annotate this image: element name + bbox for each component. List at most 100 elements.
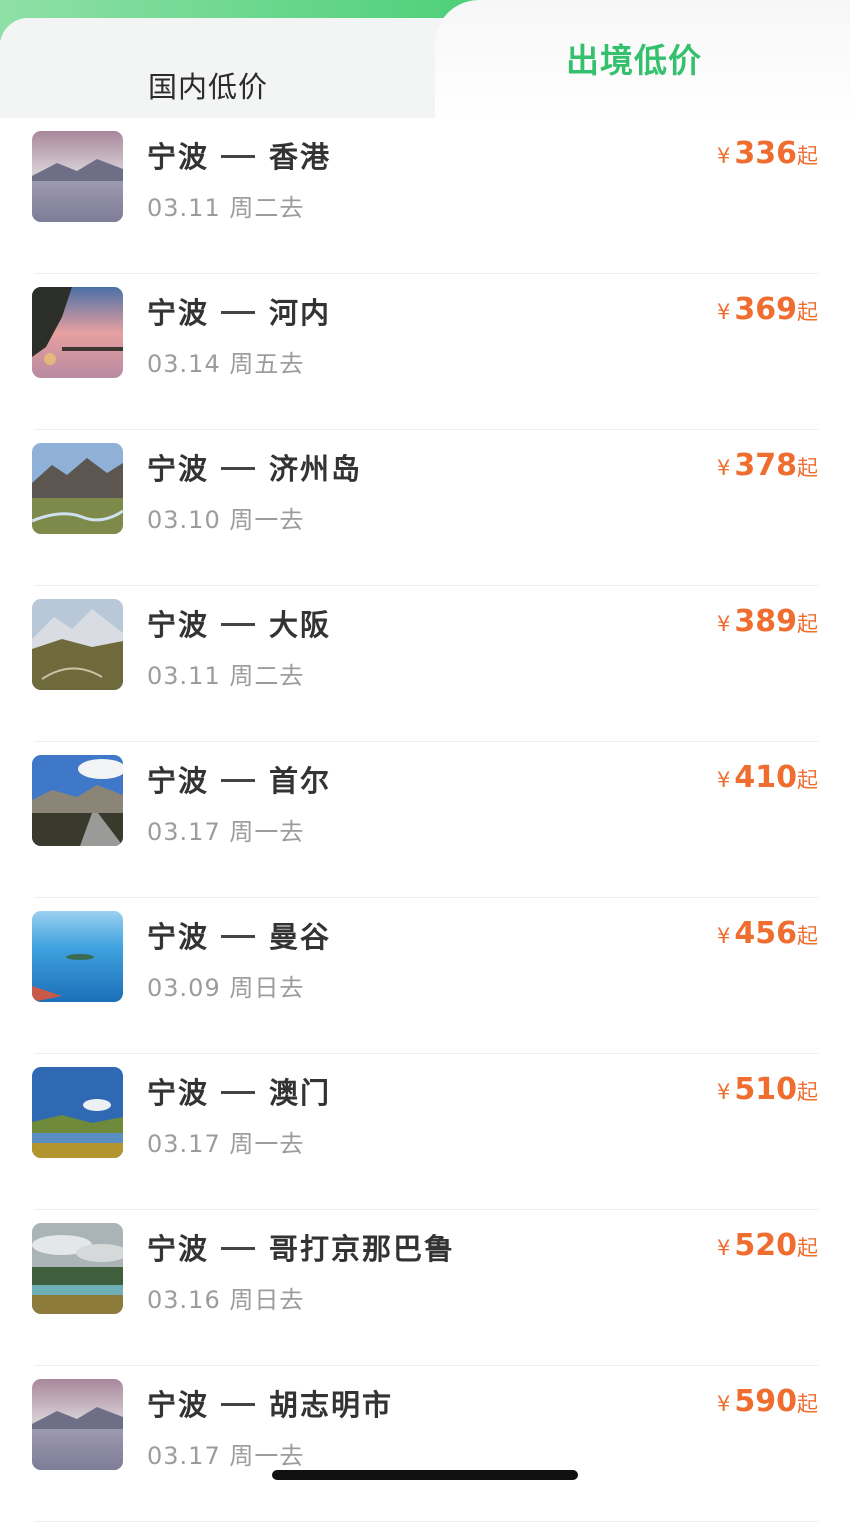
destination-thumbnail xyxy=(32,443,123,534)
destination-city: 香港 xyxy=(269,140,332,174)
destination-city: 大阪 xyxy=(269,608,332,642)
route-title: 宁波 大阪 xyxy=(147,602,331,644)
destination-thumbnail xyxy=(32,599,123,690)
route-separator xyxy=(221,622,256,626)
route-separator xyxy=(221,310,256,314)
route-title: 宁波 澳门 xyxy=(147,1070,331,1112)
origin-city: 宁波 xyxy=(147,1076,210,1110)
currency-symbol: ¥ xyxy=(717,612,731,636)
price-amount: 410 xyxy=(734,760,797,795)
departure-date: 03.09 周日去 xyxy=(147,974,305,1002)
departure-date: 03.17 周一去 xyxy=(147,1442,305,1470)
currency-symbol: ¥ xyxy=(717,768,731,792)
flight-list: 宁波 香港 03.11 周二去 ¥336起 宁波 河内 03.14 周五去 ¥369… xyxy=(0,118,850,1522)
price: ¥410起 xyxy=(717,760,818,795)
destination-city: 济州岛 xyxy=(269,452,363,486)
price-amount: 590 xyxy=(734,1384,797,1419)
route-title: 宁波 济州岛 xyxy=(147,446,362,488)
currency-symbol: ¥ xyxy=(717,300,731,324)
tab-bar: 国内低价 出境低价 xyxy=(0,0,850,125)
route-title: 宁波 胡志明市 xyxy=(147,1382,393,1424)
currency-symbol: ¥ xyxy=(717,1080,731,1104)
destination-city: 首尔 xyxy=(269,764,332,798)
price-suffix: 起 xyxy=(797,924,818,948)
price-suffix: 起 xyxy=(797,1236,818,1260)
home-indicator[interactable] xyxy=(272,1470,578,1480)
price-amount: 336 xyxy=(734,136,797,171)
origin-city: 宁波 xyxy=(147,1232,210,1266)
departure-date: 03.17 周一去 xyxy=(147,818,305,846)
currency-symbol: ¥ xyxy=(717,924,731,948)
price-suffix: 起 xyxy=(797,300,818,324)
route-separator xyxy=(221,1246,256,1250)
departure-date: 03.17 周一去 xyxy=(147,1130,305,1158)
price-amount: 378 xyxy=(734,448,797,483)
destination-thumbnail xyxy=(32,287,123,378)
tab-international[interactable]: 出境低价 xyxy=(435,0,850,125)
currency-symbol: ¥ xyxy=(717,1236,731,1260)
destination-thumbnail xyxy=(32,911,123,1002)
destination-city: 澳门 xyxy=(269,1076,332,1110)
departure-date: 03.16 周日去 xyxy=(147,1286,305,1314)
route-title: 宁波 曼谷 xyxy=(147,914,331,956)
origin-city: 宁波 xyxy=(147,608,210,642)
flight-item[interactable]: 宁波 大阪 03.11 周二去 ¥389起 xyxy=(0,586,850,742)
departure-date: 03.11 周二去 xyxy=(147,194,305,222)
route-separator xyxy=(221,1090,256,1094)
route-title: 宁波 哥打京那巴鲁 xyxy=(147,1226,455,1268)
flight-item[interactable]: 宁波 济州岛 03.10 周一去 ¥378起 xyxy=(0,430,850,586)
departure-date: 03.14 周五去 xyxy=(147,350,305,378)
currency-symbol: ¥ xyxy=(717,1392,731,1416)
price: ¥456起 xyxy=(717,916,818,951)
price: ¥369起 xyxy=(717,292,818,327)
price-suffix: 起 xyxy=(797,1392,818,1416)
price-amount: 520 xyxy=(734,1228,797,1263)
price-amount: 389 xyxy=(734,604,797,639)
price: ¥590起 xyxy=(717,1384,818,1419)
currency-symbol: ¥ xyxy=(717,144,731,168)
price: ¥378起 xyxy=(717,448,818,483)
price-amount: 510 xyxy=(734,1072,797,1107)
destination-thumbnail xyxy=(32,755,123,846)
origin-city: 宁波 xyxy=(147,452,210,486)
flight-item[interactable]: 宁波 澳门 03.17 周一去 ¥510起 xyxy=(0,1054,850,1210)
destination-thumbnail xyxy=(32,131,123,222)
departure-date: 03.10 周一去 xyxy=(147,506,305,534)
price-amount: 369 xyxy=(734,292,797,327)
origin-city: 宁波 xyxy=(147,140,210,174)
tab-international-label: 出境低价 xyxy=(566,41,702,80)
route-separator xyxy=(221,934,256,938)
destination-city: 哥打京那巴鲁 xyxy=(269,1232,456,1266)
price: ¥520起 xyxy=(717,1228,818,1263)
price: ¥336起 xyxy=(717,136,818,171)
flight-item[interactable]: 宁波 河内 03.14 周五去 ¥369起 xyxy=(0,274,850,430)
destination-thumbnail xyxy=(32,1223,123,1314)
flight-item[interactable]: 宁波 香港 03.11 周二去 ¥336起 xyxy=(0,118,850,274)
price-suffix: 起 xyxy=(797,612,818,636)
route-title: 宁波 首尔 xyxy=(147,758,331,800)
flight-item[interactable]: 宁波 胡志明市 03.17 周一去 ¥590起 xyxy=(0,1366,850,1522)
price-suffix: 起 xyxy=(797,1080,818,1104)
tab-domestic-label: 国内低价 xyxy=(148,70,269,104)
route-separator xyxy=(221,154,256,158)
price-suffix: 起 xyxy=(797,768,818,792)
price-suffix: 起 xyxy=(797,456,818,480)
flight-item[interactable]: 宁波 首尔 03.17 周一去 ¥410起 xyxy=(0,742,850,898)
destination-city: 河内 xyxy=(269,296,332,330)
origin-city: 宁波 xyxy=(147,764,210,798)
tab-domestic[interactable]: 国内低价 xyxy=(0,18,470,118)
route-separator xyxy=(221,1402,256,1406)
currency-symbol: ¥ xyxy=(717,456,731,480)
route-title: 宁波 香港 xyxy=(147,134,331,176)
price-suffix: 起 xyxy=(797,144,818,168)
origin-city: 宁波 xyxy=(147,296,210,330)
flight-item[interactable]: 宁波 曼谷 03.09 周日去 ¥456起 xyxy=(0,898,850,1054)
destination-thumbnail xyxy=(32,1067,123,1158)
flight-item[interactable]: 宁波 哥打京那巴鲁 03.16 周日去 ¥520起 xyxy=(0,1210,850,1366)
origin-city: 宁波 xyxy=(147,920,210,954)
price: ¥389起 xyxy=(717,604,818,639)
route-separator xyxy=(221,466,256,470)
price: ¥510起 xyxy=(717,1072,818,1107)
destination-city: 胡志明市 xyxy=(269,1388,394,1422)
departure-date: 03.11 周二去 xyxy=(147,662,305,690)
